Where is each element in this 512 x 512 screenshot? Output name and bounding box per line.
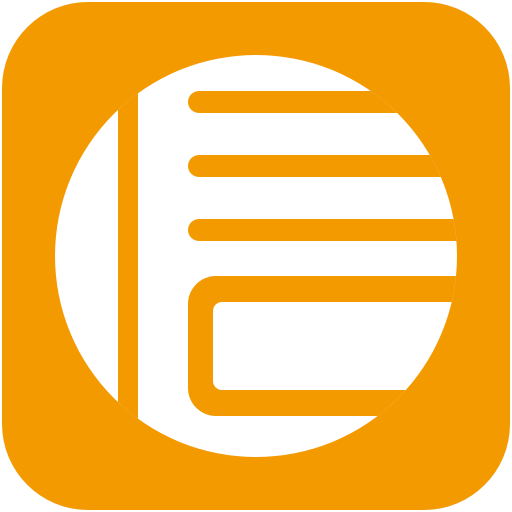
app-icon-stage bbox=[0, 0, 512, 512]
app-icon[interactable] bbox=[0, 0, 512, 512]
